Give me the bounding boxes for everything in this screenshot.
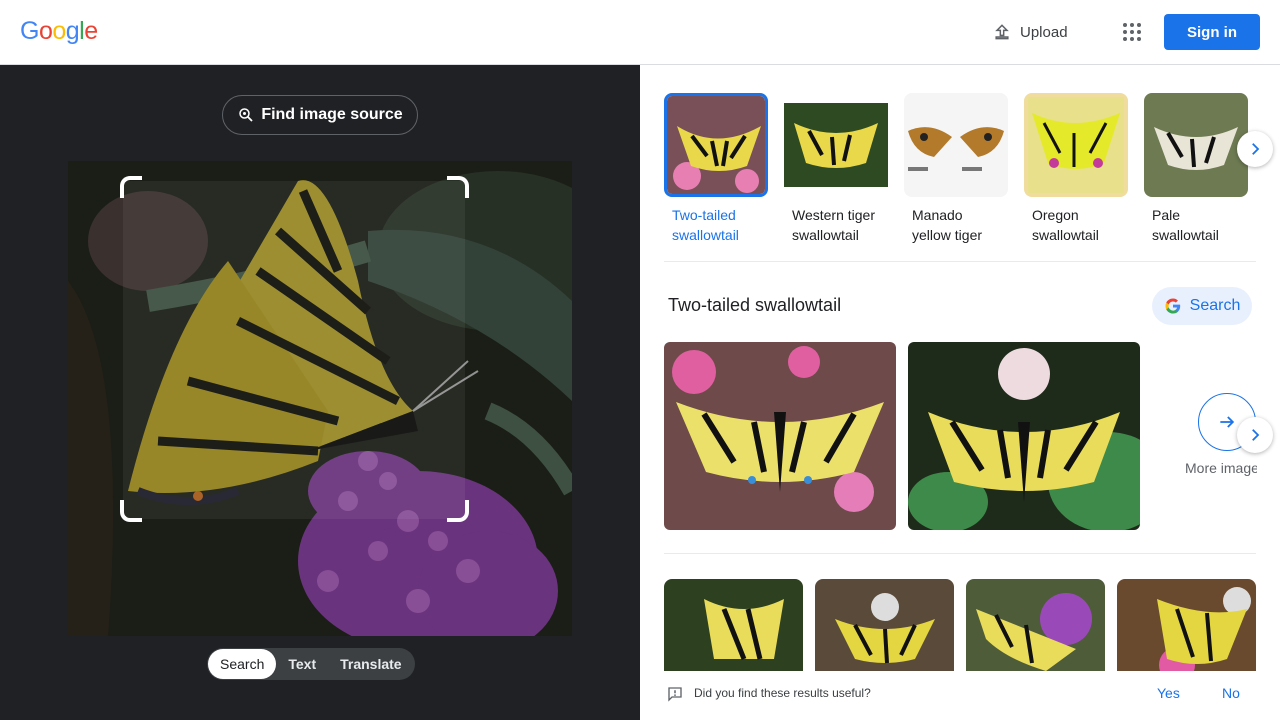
header: Google Upload Sign in — [0, 0, 1280, 65]
match-two-tailed-swallowtail[interactable]: Two-tailed swallowtail — [664, 93, 768, 253]
match-manado-yellow-tiger[interactable]: Manado yellow tiger — [904, 93, 1008, 253]
match-label-line1: Manado — [912, 207, 963, 223]
query-image[interactable] — [68, 161, 572, 636]
upload-label: Upload — [1020, 23, 1068, 41]
match-thumbnail — [664, 93, 768, 197]
tab-text[interactable]: Text — [276, 649, 328, 679]
grid-result-image[interactable] — [1117, 579, 1256, 671]
results-panel: Two-tailed swallowtail Western tiger swall… — [640, 65, 1280, 720]
result-image[interactable] — [664, 342, 896, 530]
google-g-icon — [1165, 298, 1180, 314]
google-search-button[interactable]: Search — [1152, 287, 1252, 325]
grid-result-image[interactable] — [966, 579, 1105, 671]
matches-next-button[interactable] — [1237, 131, 1273, 167]
grid-result-image[interactable] — [664, 579, 803, 671]
logo-letter-g2: g — [65, 17, 80, 45]
apps-grid-icon[interactable] — [1120, 20, 1144, 44]
chevron-right-icon — [1252, 429, 1260, 441]
google-search-label: Search — [1189, 297, 1241, 314]
feedback-question: Did you find these results useful? — [694, 686, 871, 700]
divider — [664, 261, 1256, 262]
section-title: Two-tailed swallowtail — [668, 295, 842, 315]
divider — [664, 553, 1256, 554]
feedback-yes-button[interactable]: Yes — [1157, 685, 1180, 701]
feedback-bar: Did you find these results useful? Yes N… — [640, 671, 1280, 720]
logo-letter-o1: o — [38, 17, 53, 45]
match-thumbnail — [1144, 93, 1248, 197]
sign-in-button[interactable]: Sign in — [1164, 14, 1260, 50]
visual-matches-row: Two-tailed swallowtail Western tiger swall… — [664, 93, 1264, 253]
match-pale-swallowtail[interactable]: Pale swallowtail — [1144, 93, 1248, 253]
more-images-label: More images — [1185, 460, 1257, 476]
crop-region[interactable] — [123, 181, 465, 519]
tab-search[interactable]: Search — [208, 649, 277, 679]
tab-translate[interactable]: Translate — [328, 649, 413, 679]
logo-letter-o2: o — [52, 17, 66, 45]
match-label-line1: Oregon — [1032, 207, 1079, 223]
match-thumbnail — [1024, 93, 1128, 197]
crop-handle-bottom-left[interactable] — [120, 500, 142, 522]
upload-icon — [995, 24, 1009, 40]
lens-image-panel: Find image source Search Text Translate — [0, 65, 640, 720]
find-image-source-label: Find image source — [261, 106, 403, 123]
lens-search-icon — [239, 108, 253, 122]
logo-letter-e: e — [84, 17, 98, 45]
upload-button[interactable]: Upload — [992, 20, 1068, 44]
result-image[interactable] — [908, 342, 1140, 530]
match-western-tiger-swallowtail[interactable]: Western tiger swallowtail — [784, 93, 888, 253]
grid-result-image[interactable] — [815, 579, 954, 671]
match-label-line2: yellow tiger — [912, 227, 983, 243]
google-logo[interactable]: Google — [20, 17, 98, 46]
feedback-no-button[interactable]: No — [1222, 685, 1240, 701]
match-oregon-swallowtail[interactable]: Oregon swallowtail — [1024, 93, 1128, 253]
feedback-icon — [668, 687, 682, 702]
match-label-line2: swallowtail — [672, 227, 739, 243]
match-thumbnail — [904, 93, 1008, 197]
crop-handle-top-right[interactable] — [447, 176, 469, 198]
match-label-line1: Western tiger — [792, 207, 875, 223]
match-label-line2: swallowtail — [1032, 227, 1099, 243]
match-label-line2: swallowtail — [792, 227, 859, 243]
arrow-right-icon — [1220, 416, 1235, 428]
crop-handle-bottom-right[interactable] — [447, 500, 469, 522]
match-label-line1: Pale — [1152, 207, 1181, 223]
find-image-source-button[interactable]: Find image source — [222, 95, 418, 135]
crop-handle-top-left[interactable] — [120, 176, 142, 198]
mode-tabs: Search Text Translate — [207, 648, 415, 680]
logo-letter-g: G — [20, 17, 39, 45]
match-label-line1: Two-tailed — [672, 207, 736, 223]
chevron-right-icon — [1252, 143, 1260, 155]
match-thumbnail — [784, 93, 888, 197]
match-label-line2: swallowtail — [1152, 227, 1219, 243]
results-next-button[interactable] — [1237, 417, 1273, 453]
